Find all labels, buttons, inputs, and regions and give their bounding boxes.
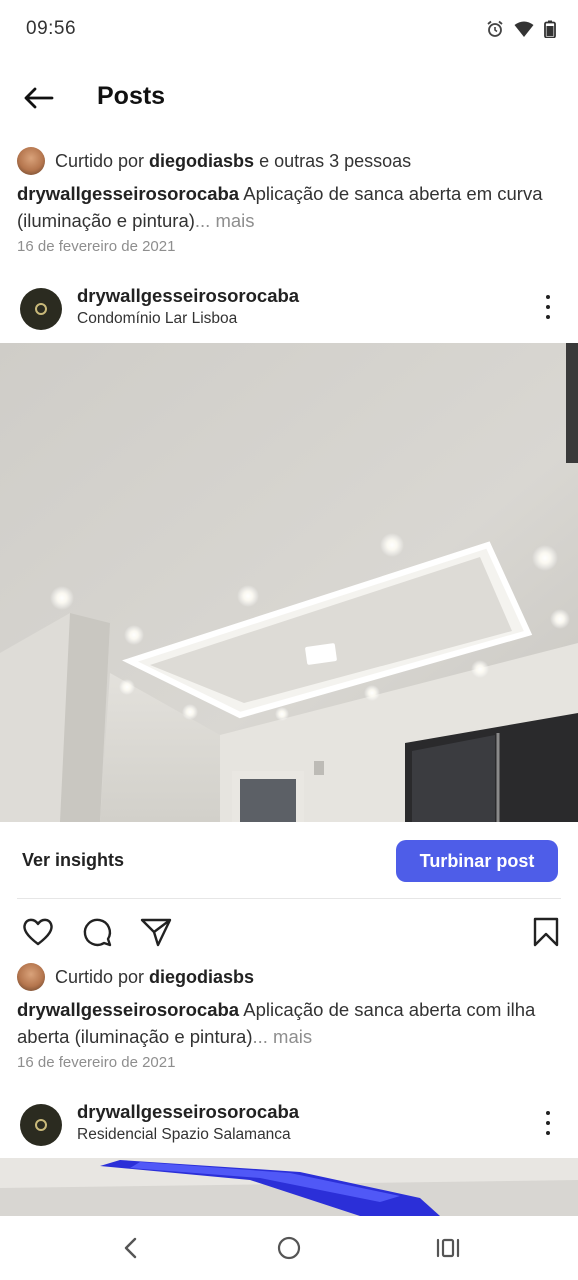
profile-avatar[interactable] [20,1104,62,1146]
system-nav-bar [0,1216,578,1280]
app-header: Posts [0,70,578,126]
save-button[interactable] [528,914,564,950]
liked-by-row[interactable]: Curtido por diegodiasbs [17,963,259,991]
view-insights-link[interactable]: Ver insights [22,850,124,871]
post-username[interactable]: drywallgesseirosorocaba [77,285,299,307]
recents-nav-icon [436,1238,460,1258]
back-button[interactable] [18,80,58,116]
insights-row: Ver insights Turbinar post [0,838,578,884]
liked-suffix: e outras 3 pessoas [259,150,412,171]
divider [17,898,561,899]
arrow-left-icon [24,87,54,109]
status-bar: 09:56 [0,0,578,60]
bookmark-icon [533,917,559,947]
post-header: drywallgesseirosorocaba Condomínio Lar L… [0,283,578,343]
ceiling-photo-partial [0,1158,578,1216]
post-caption: drywallgesseirosorocaba Aplicação de san… [17,996,565,1050]
liked-prefix: Curtido por [55,966,145,987]
page-title: Posts [97,82,166,110]
liked-user[interactable]: diegodiasbs [149,967,254,988]
nav-back-button[interactable] [112,1232,148,1264]
nav-home-button[interactable] [271,1232,307,1264]
liker-avatar [17,963,45,991]
liked-prefix: Curtido por [55,150,145,171]
liker-avatar [17,147,45,175]
caption-username[interactable]: drywallgesseirosorocaba [17,183,239,204]
boost-post-button[interactable]: Turbinar post [396,840,558,882]
profile-avatar[interactable] [20,288,62,330]
share-button[interactable] [138,914,174,950]
caption-more-link[interactable]: ... mais [195,210,255,231]
comment-icon [83,918,112,947]
post-date: 16 de fevereiro de 2021 [17,238,176,255]
post-username[interactable]: drywallgesseirosorocaba [77,1101,299,1123]
caption-username[interactable]: drywallgesseirosorocaba [17,999,239,1020]
post-caption: drywallgesseirosorocaba Aplicação de san… [17,180,565,234]
post-header: drywallgesseirosorocaba Residencial Spaz… [0,1099,578,1159]
send-icon [140,918,172,947]
caption-more-link[interactable]: ... mais [253,1026,313,1047]
comment-button[interactable] [79,914,115,950]
nav-recents-button[interactable] [430,1232,466,1264]
back-nav-icon [124,1237,137,1259]
wifi-icon [514,21,534,37]
ceiling-photo [0,343,578,822]
battery-icon [544,20,556,38]
more-options-button[interactable] [538,1108,558,1138]
post-date: 16 de fevereiro de 2021 [17,1054,176,1071]
status-time: 09:56 [26,18,77,39]
post-location[interactable]: Residencial Spazio Salamanca [77,1126,291,1144]
post-location[interactable]: Condomínio Lar Lisboa [77,310,237,328]
more-options-button[interactable] [538,292,558,322]
liked-by-row[interactable]: Curtido por diegodiasbs e outras 3 pesso… [17,147,411,175]
like-button[interactable] [20,914,56,950]
liked-user[interactable]: diegodiasbs [149,151,254,172]
status-icons [486,20,556,38]
post-photo[interactable] [0,1158,578,1216]
post-actions [0,912,578,952]
post-photo[interactable] [0,343,578,822]
home-nav-icon [277,1236,301,1260]
heart-icon [23,918,53,946]
alarm-icon [487,20,503,37]
